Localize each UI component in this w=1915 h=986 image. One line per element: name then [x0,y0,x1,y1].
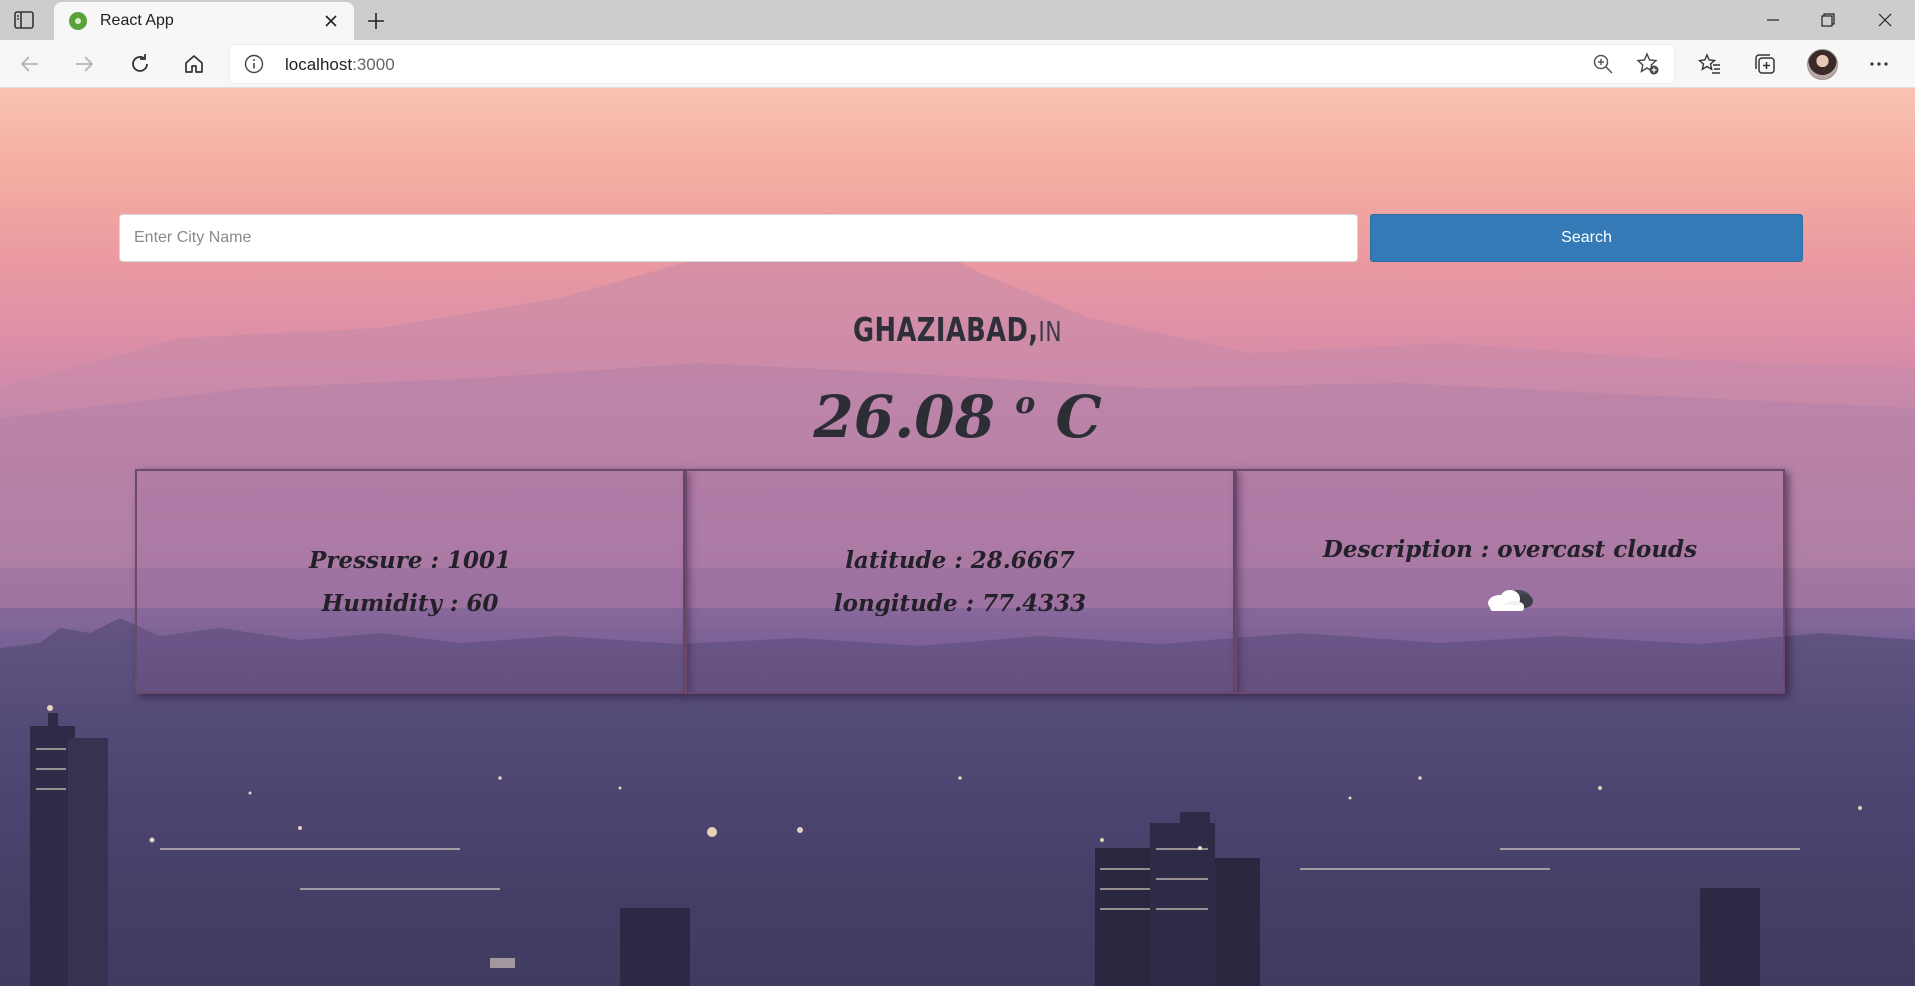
close-icon[interactable] [318,8,344,34]
browser-toolbar: localhost:3000 [0,40,1915,88]
favorites-icon[interactable] [1694,48,1726,80]
city-name-text: GHAZIABAD, [853,310,1039,349]
browser-tabstrip: React App [0,0,1915,40]
browser-tab[interactable]: React App [54,2,354,40]
cloud-icon [1488,590,1533,611]
humidity-text: Humidity : 60 [321,589,499,617]
back-icon[interactable] [14,48,46,80]
more-icon[interactable] [1863,48,1895,80]
latitude-text: latitude : 28.6667 [845,546,1075,574]
restore-icon[interactable] [1805,4,1851,36]
degree-symbol: o [1015,386,1036,421]
description-text: Description : overcast clouds [1322,536,1698,563]
address-bar[interactable]: localhost:3000 [230,45,1674,83]
temperature-display: 26.08 o C [0,383,1915,451]
forward-icon[interactable] [68,48,100,80]
tab-title: React App [100,12,174,29]
react-favicon [68,11,88,31]
temperature-unit: C [1055,383,1102,451]
pressure-text: Pressure : 1001 [309,546,511,574]
city-search-input[interactable] [119,214,1358,262]
refresh-icon[interactable] [124,48,156,80]
pressure-humidity-card: Pressure : 1001 Humidity : 60 [135,469,685,694]
zoom-icon[interactable] [1591,52,1615,76]
url-text[interactable]: localhost:3000 [285,55,395,75]
search-form: Search [119,214,1803,264]
home-icon[interactable] [178,48,210,80]
sidebar-toggle-icon[interactable] [12,9,36,31]
collections-icon[interactable] [1749,48,1781,80]
profile-avatar[interactable] [1807,49,1838,80]
minimize-icon[interactable] [1750,4,1796,36]
close-window-icon[interactable] [1862,4,1908,36]
search-button[interactable]: Search [1370,214,1803,262]
app-viewport: Search GHAZIABAD,IN 26.08 o C Pressure :… [0,88,1915,986]
description-card: Description : overcast clouds [1235,469,1785,694]
coordinates-card: latitude : 28.6667 longitude : 77.4333 [685,469,1235,694]
weather-details: Pressure : 1001 Humidity : 60 latitude :… [135,469,1785,694]
info-icon[interactable] [244,54,264,74]
plus-icon[interactable] [362,7,390,35]
city-heading: GHAZIABAD,IN [211,310,1705,349]
add-favorite-icon[interactable] [1636,52,1660,76]
temperature-value: 26.08 [813,383,996,451]
country-code-text: IN [1038,315,1062,348]
longitude-text: longitude : 77.4333 [833,589,1087,617]
